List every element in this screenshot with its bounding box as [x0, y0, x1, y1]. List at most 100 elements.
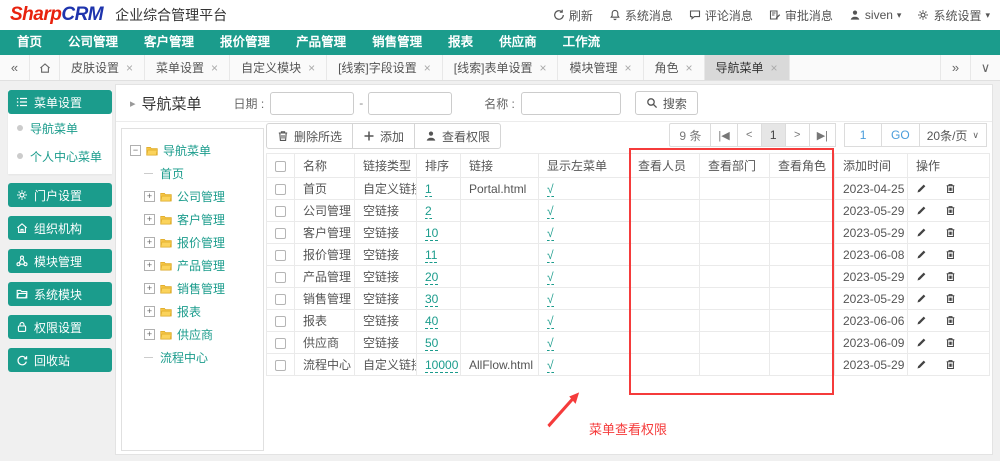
sort-value-link[interactable]: 10	[425, 226, 438, 241]
sidebar-item-menu-settings[interactable]: 菜单设置	[8, 90, 112, 114]
show-left-menu-flag[interactable]: √	[547, 358, 554, 373]
close-icon[interactable]: ×	[771, 61, 778, 75]
header-action-approval-messages[interactable]: 审批消息	[769, 7, 833, 24]
row-checkbox[interactable]	[275, 338, 286, 349]
show-left-menu-flag[interactable]: √	[547, 314, 554, 329]
delete-icon[interactable]	[945, 205, 956, 216]
tabs-collapse-button[interactable]: ∨	[970, 55, 1000, 80]
nav-item-customer-mgmt[interactable]: 客户管理	[131, 30, 207, 55]
tree-item-reports[interactable]: +报表	[126, 300, 259, 323]
sidebar-item-module-mgmt[interactable]: 模块管理	[8, 249, 112, 273]
show-left-menu-flag[interactable]: √	[547, 336, 554, 351]
pagination-page-input[interactable]	[844, 123, 882, 147]
row-checkbox[interactable]	[275, 360, 286, 371]
close-icon[interactable]: ×	[624, 61, 631, 75]
sidebar-subitem-personal-center-menu[interactable]: 个人中心菜单	[8, 142, 112, 170]
nav-item-workflow[interactable]: 工作流	[550, 30, 614, 55]
sidebar-subitem-nav-menu[interactable]: 导航菜单	[8, 114, 112, 142]
sort-value-link[interactable]: 50	[425, 336, 438, 351]
header-action-comment-messages[interactable]: 评论消息	[689, 7, 753, 24]
pagination-first-button[interactable]: |◀	[710, 123, 737, 147]
pagination-page-1[interactable]: 1	[761, 123, 786, 147]
close-icon[interactable]: ×	[686, 61, 693, 75]
nav-item-quote-mgmt[interactable]: 报价管理	[207, 30, 283, 55]
tab-module-mgmt[interactable]: 模块管理×	[558, 55, 643, 80]
name-input[interactable]	[521, 92, 621, 115]
show-left-menu-flag[interactable]: √	[547, 204, 554, 219]
delete-icon[interactable]	[945, 359, 956, 370]
sidebar-item-portal-settings[interactable]: 门户设置	[8, 183, 112, 207]
close-icon[interactable]: ×	[308, 61, 315, 75]
pagination-go-button[interactable]: GO	[881, 123, 920, 147]
tree-item-product-mgmt[interactable]: +产品管理	[126, 254, 259, 277]
tab-skin-settings[interactable]: 皮肤设置×	[60, 55, 145, 80]
sidebar-item-recycle-bin[interactable]: 回收站	[8, 348, 112, 372]
nav-item-sales-mgmt[interactable]: 销售管理	[359, 30, 435, 55]
sidebar-item-org-structure[interactable]: 组织机构	[8, 216, 112, 240]
tree-item-process-center[interactable]: 流程中心	[126, 346, 259, 369]
header-action-user-menu[interactable]: siven▾	[849, 8, 902, 22]
tab-home-button[interactable]	[30, 55, 60, 80]
pagination-prev-button[interactable]: <	[737, 123, 762, 147]
edit-icon[interactable]	[916, 249, 927, 260]
tree-expand-icon[interactable]: +	[144, 283, 155, 294]
edit-icon[interactable]	[916, 293, 927, 304]
edit-icon[interactable]	[916, 205, 927, 216]
row-checkbox[interactable]	[275, 184, 286, 195]
tree-item-suppliers[interactable]: +供应商	[126, 323, 259, 346]
pagination-next-button[interactable]: >	[785, 123, 810, 147]
search-button[interactable]: 搜索	[635, 91, 698, 115]
nav-item-company-mgmt[interactable]: 公司管理	[55, 30, 131, 55]
tree-item-quote-mgmt[interactable]: +报价管理	[126, 231, 259, 254]
show-left-menu-flag[interactable]: √	[547, 292, 554, 307]
tab-lead-field-settings[interactable]: [线索]字段设置×	[327, 55, 443, 80]
pagination-last-button[interactable]: ▶|	[809, 123, 836, 147]
tabs-scroll-forward-button[interactable]: »	[940, 55, 970, 80]
tree-expand-icon[interactable]: +	[144, 214, 155, 225]
add-button[interactable]: 添加	[352, 123, 415, 149]
show-left-menu-flag[interactable]: √	[547, 182, 554, 197]
row-checkbox[interactable]	[275, 316, 286, 327]
close-icon[interactable]: ×	[126, 61, 133, 75]
edit-icon[interactable]	[916, 315, 927, 326]
delete-icon[interactable]	[945, 315, 956, 326]
row-checkbox[interactable]	[275, 206, 286, 217]
row-checkbox[interactable]	[275, 228, 286, 239]
sort-value-link[interactable]: 2	[425, 204, 432, 219]
tree-item-customer-mgmt[interactable]: +客户管理	[126, 208, 259, 231]
tab-nav-menu[interactable]: 导航菜单×	[705, 55, 790, 80]
tree-item-sales-mgmt[interactable]: +销售管理	[126, 277, 259, 300]
tree-item-home[interactable]: 首页	[126, 162, 259, 185]
tree-collapse-icon[interactable]: −	[130, 145, 141, 156]
tree-expand-icon[interactable]: +	[144, 191, 155, 202]
close-icon[interactable]: ×	[211, 61, 218, 75]
tree-item-nav-menu-root[interactable]: −导航菜单	[126, 139, 259, 162]
header-action-system-settings[interactable]: 系统设置▾	[917, 7, 990, 24]
date-from-input[interactable]	[270, 92, 354, 115]
edit-icon[interactable]	[916, 359, 927, 370]
tabs-scroll-back-button[interactable]: «	[0, 55, 30, 80]
nav-item-product-mgmt[interactable]: 产品管理	[283, 30, 359, 55]
delete-icon[interactable]	[945, 249, 956, 260]
page-size-select[interactable]: 20条/页∨	[919, 123, 987, 147]
row-checkbox[interactable]	[275, 272, 286, 283]
tree-expand-icon[interactable]: +	[144, 329, 155, 340]
tab-menu-settings[interactable]: 菜单设置×	[145, 55, 230, 80]
view-permissions-button[interactable]: 查看权限	[414, 123, 501, 149]
show-left-menu-flag[interactable]: √	[547, 270, 554, 285]
sort-value-link[interactable]: 11	[425, 248, 437, 263]
row-checkbox[interactable]	[275, 250, 286, 261]
header-action-refresh[interactable]: 刷新	[553, 7, 593, 24]
sort-value-link[interactable]: 1	[425, 182, 432, 197]
delete-selected-button[interactable]: 删除所选	[266, 123, 353, 149]
tree-item-company-mgmt[interactable]: +公司管理	[126, 185, 259, 208]
delete-icon[interactable]	[945, 271, 956, 282]
edit-icon[interactable]	[916, 337, 927, 348]
sidebar-item-permission-settings[interactable]: 权限设置	[8, 315, 112, 339]
tree-expand-icon[interactable]: +	[144, 237, 155, 248]
tree-expand-icon[interactable]: +	[144, 260, 155, 271]
tab-custom-modules[interactable]: 自定义模块×	[230, 55, 327, 80]
sort-value-link[interactable]: 20	[425, 270, 438, 285]
edit-icon[interactable]	[916, 227, 927, 238]
tree-expand-icon[interactable]: +	[144, 306, 155, 317]
